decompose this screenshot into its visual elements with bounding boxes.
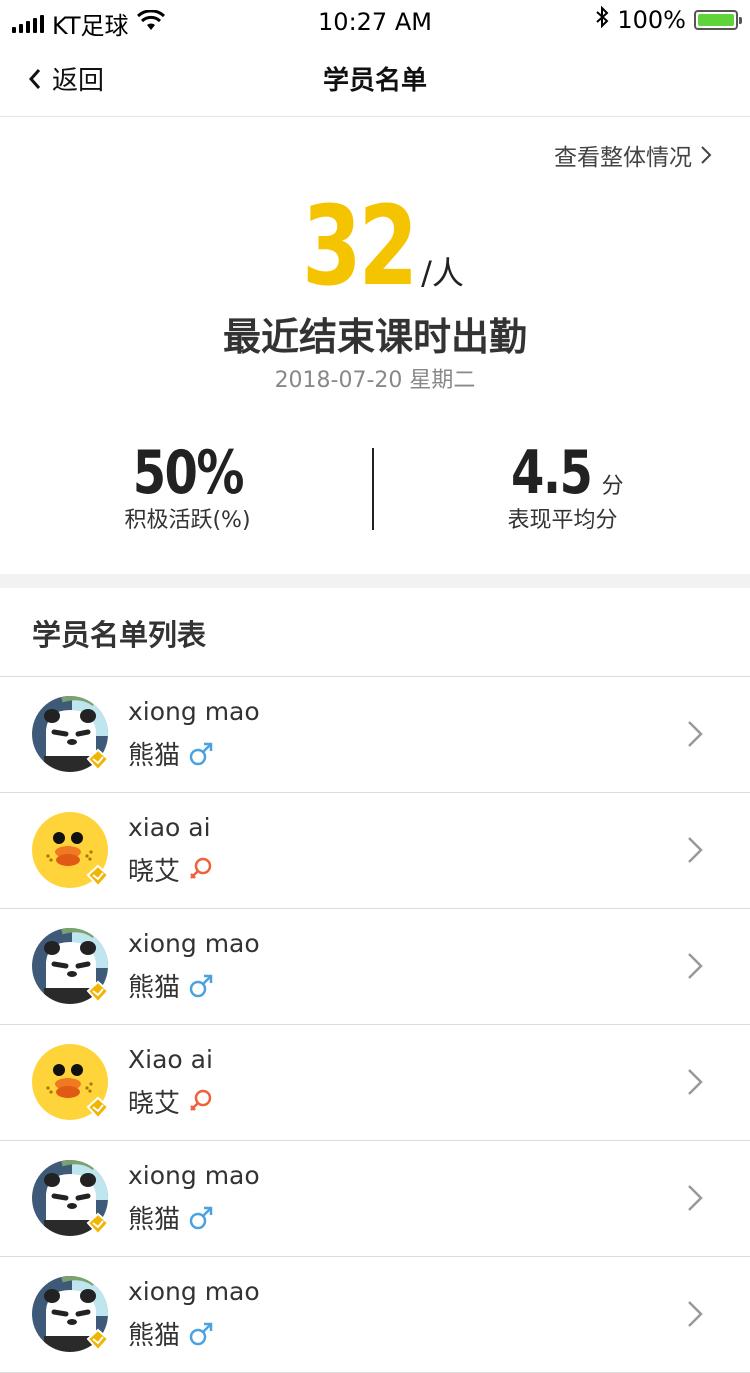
chick-avatar [32, 1044, 110, 1120]
student-name-cn: 熊猫 [128, 741, 181, 771]
student-name-cn: 晓艾 [128, 857, 181, 887]
page-title: 学员名单 [322, 66, 427, 96]
chevron-right-icon [701, 146, 712, 164]
status-bar: KT足球 10:27 AM 100% [0, 0, 750, 40]
chevron-right-icon [688, 1185, 703, 1211]
student-row[interactable]: xiao ai 晓艾 [0, 793, 750, 909]
student-name-en: Xiao ai [128, 1045, 213, 1074]
student-name-en: xiong mao [128, 929, 260, 958]
attendance-count-value: 32 [302, 182, 418, 310]
section-divider [0, 574, 750, 588]
student-row[interactable]: xiong mao 熊猫 [0, 1257, 750, 1373]
student-name-en: xiong mao [128, 697, 260, 726]
bluetooth-icon [595, 5, 609, 34]
chevron-right-icon [688, 1301, 703, 1327]
student-row[interactable]: xiong mao 熊猫 [0, 1141, 750, 1257]
chevron-right-icon [688, 953, 703, 979]
attendance-date: 2018-07-20 星期二 [274, 368, 476, 393]
student-list-header: 学员名单列表 [0, 588, 750, 677]
chevron-right-icon [688, 721, 703, 747]
student-name-cn-wrap: 熊猫 [128, 735, 214, 772]
chevron-right-icon [688, 1069, 703, 1095]
attendance-count-unit: /人 [421, 254, 464, 292]
student-name-en: xiong mao [128, 1277, 260, 1306]
student-name-cn-wrap: 熊猫 [128, 1199, 214, 1236]
student-name-cn-wrap: 晓艾 [128, 1083, 214, 1120]
score-stat: 4.5 分 表现平均分 [375, 438, 750, 534]
student-row[interactable]: xiong mao 熊猫 [0, 909, 750, 1025]
score-unit: 分 [601, 474, 624, 499]
student-name-cn: 熊猫 [128, 973, 181, 1003]
male-icon [189, 742, 213, 765]
student-name-en: xiao ai [128, 813, 211, 842]
male-icon [189, 1206, 213, 1229]
attendance-subtitle: 最近结束课时出勤 [222, 315, 527, 359]
female-icon [190, 1089, 212, 1111]
panda-avatar [32, 696, 110, 772]
student-name-en: xiong mao [128, 1161, 260, 1190]
active-value: 50% [132, 438, 244, 508]
male-icon [189, 974, 213, 997]
chick-avatar [32, 812, 110, 888]
battery-icon [694, 10, 742, 30]
student-name-cn-wrap: 熊猫 [128, 967, 214, 1004]
student-row[interactable]: xiong mao 熊猫 [0, 677, 750, 793]
chevron-right-icon [688, 837, 703, 863]
female-icon [190, 857, 212, 879]
student-name-cn: 晓艾 [128, 1089, 181, 1119]
student-name-cn: 熊猫 [128, 1205, 181, 1235]
student-list: xiong mao 熊猫 xiao ai 晓艾 xiong mao 熊猫 Xia… [0, 677, 750, 1373]
panda-avatar [32, 928, 110, 1004]
status-right: 100% [595, 5, 742, 34]
view-overall-label: 查看整体情况 [554, 145, 692, 171]
student-name-cn-wrap: 晓艾 [128, 851, 214, 888]
stat-divider [372, 448, 374, 530]
panda-avatar [32, 1276, 110, 1352]
battery-percent: 100% [617, 6, 686, 34]
view-overall-link[interactable]: 查看整体情况 [554, 138, 712, 172]
nav-bar: 返回 学员名单 [0, 40, 750, 117]
panda-avatar [32, 1160, 110, 1236]
score-value: 4.5 [511, 438, 593, 508]
active-stat: 50% 积极活跃(%) [0, 438, 375, 534]
student-list-title: 学员名单列表 [32, 618, 207, 652]
student-row[interactable]: Xiao ai 晓艾 [0, 1025, 750, 1141]
attendance-count: 32/人 [0, 182, 750, 310]
